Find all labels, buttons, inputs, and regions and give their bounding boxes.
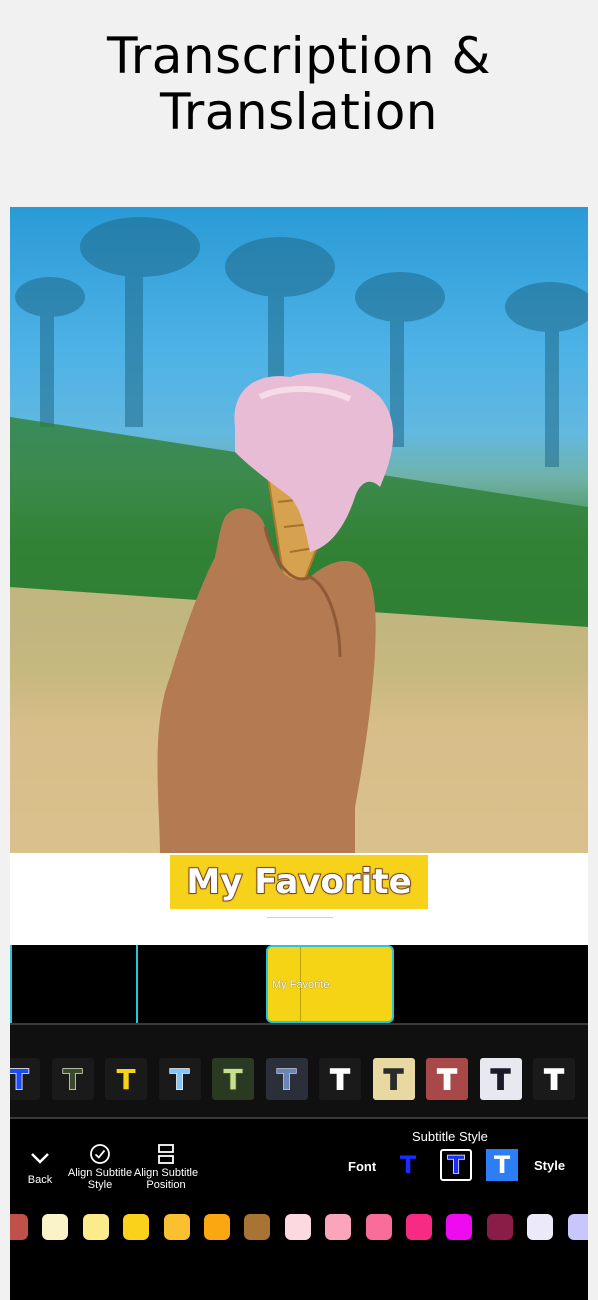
chevron-down-icon — [22, 1139, 58, 1165]
check-circle-icon — [64, 1139, 136, 1165]
align-subtitle-style-button[interactable]: Align Subtitle Style — [64, 1139, 136, 1191]
phone-screen: My Favorite My Favorite TTTTTTTTTTT Back… — [10, 207, 588, 1300]
color-swatch[interactable] — [123, 1214, 150, 1240]
color-swatch[interactable] — [365, 1214, 392, 1240]
text-style-preset[interactable]: T — [265, 1058, 308, 1100]
back-label: Back — [27, 1174, 53, 1186]
color-swatch[interactable] — [204, 1214, 230, 1240]
color-swatch[interactable] — [527, 1214, 554, 1240]
color-swatch[interactable] — [567, 1214, 588, 1240]
text-style-preset[interactable]: T — [372, 1058, 415, 1100]
align-position-label-1: Align Subtitle — [133, 1167, 199, 1179]
timeline-marker — [136, 945, 138, 1023]
subtitle-text: My Favorite — [185, 861, 412, 903]
controls-panel: Back Align Subtitle Style Align Subtitle… — [10, 1119, 588, 1300]
text-style-preset[interactable]: T — [426, 1058, 468, 1100]
text-style-preset[interactable]: T — [158, 1058, 201, 1100]
headline-line-1: Transcription & — [107, 27, 491, 85]
video-preview[interactable] — [10, 207, 588, 853]
ice-cream-photo — [10, 217, 588, 853]
align-style-label-1: Align Subtitle — [67, 1167, 133, 1179]
subtitle-preview-area: My Favorite — [10, 853, 588, 945]
back-button[interactable]: Back — [22, 1139, 58, 1186]
text-style-preset[interactable]: T — [105, 1058, 147, 1100]
style-option-letter: T — [447, 1150, 465, 1180]
style-label[interactable]: Style — [534, 1158, 565, 1173]
align-position-label-2: Position — [146, 1179, 186, 1191]
color-swatch[interactable] — [244, 1214, 271, 1240]
color-swatch[interactable] — [163, 1214, 190, 1240]
subtitle-style-title: Subtitle Style — [412, 1129, 488, 1144]
color-swatch[interactable] — [406, 1214, 432, 1240]
text-style-preset[interactable]: T — [533, 1058, 575, 1100]
color-swatch[interactable] — [284, 1214, 311, 1240]
color-swatch[interactable] — [42, 1214, 69, 1240]
text-style-preset[interactable]: T — [479, 1058, 522, 1100]
clip-label: My Favorite — [272, 979, 330, 991]
subtitle-underline — [267, 917, 333, 918]
subtitle-clip[interactable]: My Favorite — [266, 945, 394, 1023]
align-subtitle-position-button[interactable]: Align Subtitle Position — [132, 1139, 200, 1191]
color-swatch[interactable] — [325, 1214, 352, 1240]
color-swatch[interactable] — [486, 1214, 513, 1240]
color-swatch[interactable] — [10, 1214, 28, 1240]
color-swatch[interactable] — [446, 1214, 473, 1240]
style-option-outlined[interactable]: T — [440, 1149, 472, 1181]
font-label[interactable]: Font — [348, 1159, 376, 1174]
style-option-letter: T — [493, 1151, 511, 1179]
style-option-letter: T — [399, 1151, 417, 1179]
text-style-preset[interactable]: T — [319, 1058, 361, 1100]
subtitle-caption[interactable]: My Favorite — [170, 855, 428, 909]
text-style-preset[interactable]: T — [10, 1058, 40, 1100]
text-style-strip[interactable]: TTTTTTTTTTT — [10, 1025, 588, 1117]
headline-line-2: Translation — [160, 83, 438, 141]
style-option-blue-text[interactable]: T — [392, 1149, 424, 1181]
timeline-marker — [10, 945, 12, 1023]
align-style-label-2: Style — [87, 1179, 113, 1191]
color-swatch[interactable] — [82, 1214, 109, 1240]
text-style-preset[interactable]: T — [51, 1058, 94, 1100]
subtitle-timeline[interactable]: My Favorite — [10, 945, 588, 1023]
style-option-filled-blue[interactable]: T — [486, 1149, 518, 1181]
headline: Transcription & Translation — [0, 28, 598, 140]
align-position-icon — [132, 1139, 200, 1165]
text-style-preset[interactable]: T — [212, 1058, 254, 1100]
